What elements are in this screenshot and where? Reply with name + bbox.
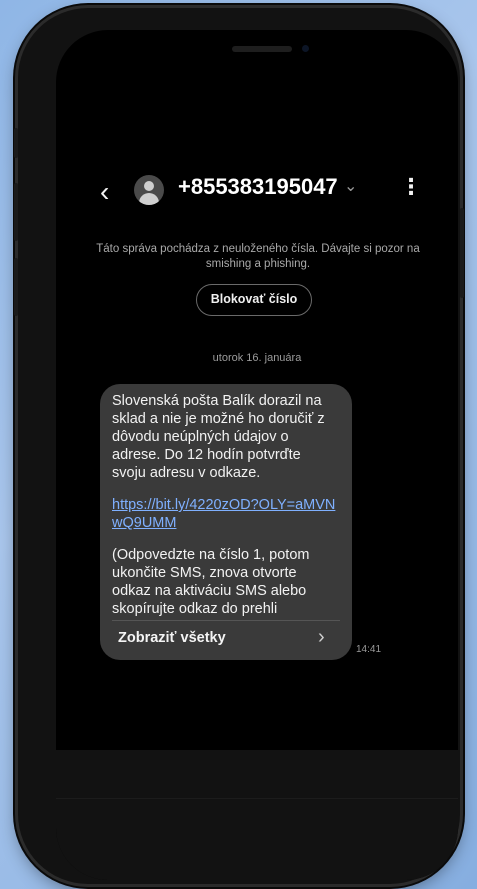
conversation-header: ‹ +855383195047 ⌄ ⋮ bbox=[56, 172, 458, 212]
message-bubble[interactable]: Slovenská pošta Balík dorazil na sklad a… bbox=[100, 384, 352, 660]
phone-screen: ‹ +855383195047 ⌄ ⋮ Táto správa pochádza… bbox=[56, 30, 458, 880]
message-paragraph-1: Slovenská pošta Balík dorazil na sklad a… bbox=[112, 393, 325, 481]
compose-area bbox=[56, 750, 458, 880]
person-avatar-icon[interactable] bbox=[134, 175, 164, 205]
avatar-head bbox=[144, 181, 154, 191]
bubble-divider bbox=[112, 620, 340, 621]
chevron-right-icon[interactable]: › bbox=[318, 626, 325, 649]
front-camera bbox=[302, 45, 309, 52]
message-paragraph-2: (Odpovedzte na číslo 1, potom ukončite S… bbox=[112, 547, 310, 617]
chevron-down-icon[interactable]: ⌄ bbox=[344, 176, 357, 196]
volume-down-button bbox=[14, 258, 18, 316]
unknown-sender-warning: Táto správa pochádza z neuloženého čísla… bbox=[96, 243, 420, 270]
contact-number[interactable]: +855383195047 bbox=[178, 174, 338, 200]
back-chevron-icon[interactable]: ‹ bbox=[100, 178, 109, 206]
message-link[interactable]: https://bit.ly/4220zOD?OLY=aMVNwQ9UMM bbox=[112, 497, 335, 531]
power-button bbox=[460, 208, 464, 298]
bottom-divider bbox=[56, 798, 458, 799]
message-body: Slovenská pošta Balík dorazil na sklad a… bbox=[112, 392, 338, 632]
volume-up-button bbox=[14, 183, 18, 241]
block-number-button[interactable]: Blokovať číslo bbox=[196, 284, 312, 316]
show-all-button[interactable]: Zobraziť všetky bbox=[118, 630, 226, 646]
earpiece-speaker bbox=[232, 46, 292, 52]
message-timestamp: 14:41 bbox=[356, 644, 382, 655]
more-vertical-icon[interactable]: ⋮ bbox=[400, 174, 422, 200]
phone-frame: ‹ +855383195047 ⌄ ⋮ Táto správa pochádza… bbox=[14, 8, 464, 884]
avatar-body bbox=[139, 193, 159, 205]
mute-switch bbox=[14, 128, 18, 158]
date-separator: utorok 16. januára bbox=[212, 352, 302, 364]
